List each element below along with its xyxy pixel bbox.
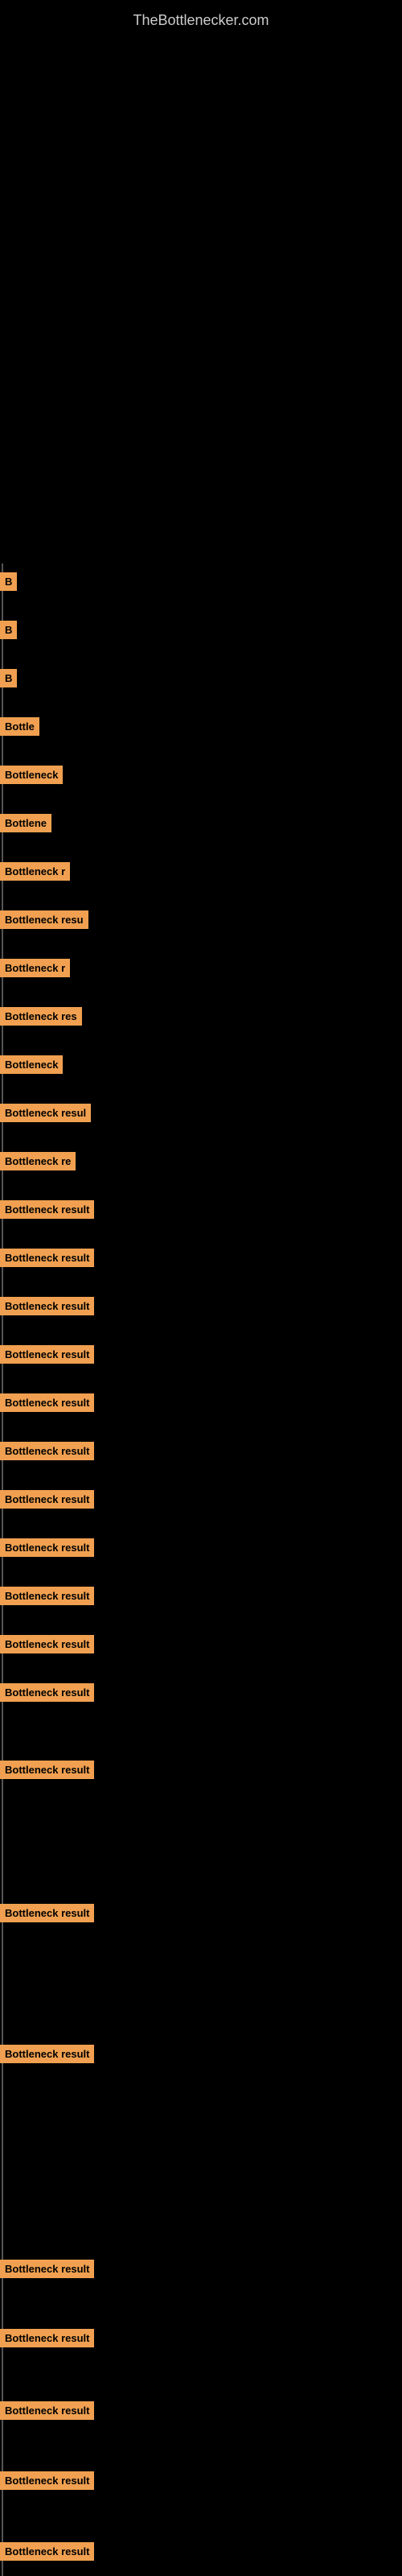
bottleneck-label: Bottleneck	[0, 1055, 63, 1074]
bottleneck-label: Bottleneck result	[0, 2329, 94, 2347]
bottleneck-item: Bottleneck result	[0, 2036, 94, 2071]
bottleneck-label: Bottleneck result	[0, 1587, 94, 1605]
bottleneck-item: Bottleneck result	[0, 1288, 94, 1323]
bottleneck-item: Bottleneck	[0, 1046, 63, 1082]
bottleneck-item: Bottleneck result	[0, 1530, 94, 1565]
bottleneck-item: Bottleneck re	[0, 1143, 76, 1179]
bottleneck-label: Bottleneck result	[0, 1538, 94, 1557]
bottleneck-label: Bottleneck res	[0, 1007, 82, 1026]
bottleneck-item: Bottleneck result	[0, 1336, 94, 1372]
bottleneck-label: Bottleneck r	[0, 959, 70, 977]
bottleneck-item: Bottleneck result	[0, 2320, 94, 2355]
bottleneck-item: B	[0, 612, 17, 647]
bottleneck-item: Bottleneck result	[0, 2392, 94, 2428]
bottleneck-label: Bottleneck r	[0, 862, 70, 881]
bottleneck-label: Bottleneck result	[0, 1200, 94, 1219]
bottleneck-label: B	[0, 572, 17, 591]
site-title: TheBottlenecker.com	[0, 4, 402, 37]
bottleneck-item: Bottleneck r	[0, 950, 70, 985]
bottleneck-item: Bottleneck result	[0, 1578, 94, 1613]
bottleneck-item: B	[0, 564, 17, 599]
bottleneck-label: Bottleneck result	[0, 1683, 94, 1702]
bottleneck-item: Bottleneck r	[0, 853, 70, 889]
bottleneck-label: Bottleneck result	[0, 2045, 94, 2063]
bottleneck-item: Bottleneck result	[0, 1752, 94, 1787]
bottleneck-label: Bottleneck result	[0, 1345, 94, 1364]
bottleneck-label: Bottleneck result	[0, 1490, 94, 1509]
bottleneck-item: Bottleneck result	[0, 1385, 94, 1420]
bottleneck-item: Bottleneck resul	[0, 1095, 91, 1130]
bottleneck-item: Bottleneck result	[0, 1674, 94, 1710]
bottleneck-label: B	[0, 669, 17, 687]
bottleneck-label: Bottleneck result	[0, 1904, 94, 1922]
bottleneck-label: Bottleneck result	[0, 1635, 94, 1653]
bottleneck-label: Bottleneck result	[0, 1297, 94, 1315]
bottleneck-item: Bottle	[0, 708, 39, 744]
bottleneck-label: Bottleneck result	[0, 2401, 94, 2420]
bottleneck-item: Bottleneck result	[0, 1626, 94, 1662]
bottleneck-label: Bottleneck re	[0, 1152, 76, 1170]
bottleneck-item: Bottleneck result	[0, 1895, 94, 1930]
bottleneck-item: Bottleneck result	[0, 2251, 94, 2286]
bottleneck-label: Bottleneck result	[0, 2542, 94, 2561]
bottleneck-label: Bottleneck result	[0, 2471, 94, 2490]
bottleneck-label: B	[0, 621, 17, 639]
bottleneck-label: Bottle	[0, 717, 39, 736]
bottleneck-item: Bottleneck result	[0, 2533, 94, 2569]
bottleneck-label: Bottleneck resu	[0, 910, 88, 929]
bottleneck-label: Bottleneck resul	[0, 1104, 91, 1122]
bottleneck-item: B	[0, 660, 17, 696]
bottleneck-label: Bottleneck result	[0, 1442, 94, 1460]
bottleneck-item: Bottleneck	[0, 757, 63, 792]
bottleneck-item: Bottleneck result	[0, 1433, 94, 1468]
bottleneck-item: Bottleneck res	[0, 998, 82, 1034]
bottleneck-label: Bottleneck	[0, 766, 63, 784]
bottleneck-label: Bottleneck result	[0, 1393, 94, 1412]
bottleneck-item: Bottleneck result	[0, 2462, 94, 2498]
bottleneck-label: Bottleneck result	[0, 1249, 94, 1267]
bottleneck-label: Bottleneck result	[0, 1761, 94, 1779]
bottleneck-item: Bottleneck result	[0, 1191, 94, 1227]
bottleneck-item: Bottleneck resu	[0, 902, 88, 937]
bottleneck-item: Bottleneck result	[0, 1240, 94, 1275]
bottleneck-label: Bottlene	[0, 814, 51, 832]
bottleneck-item: Bottleneck result	[0, 1481, 94, 1517]
bottleneck-label: Bottleneck result	[0, 2260, 94, 2278]
bottleneck-item: Bottlene	[0, 805, 51, 840]
